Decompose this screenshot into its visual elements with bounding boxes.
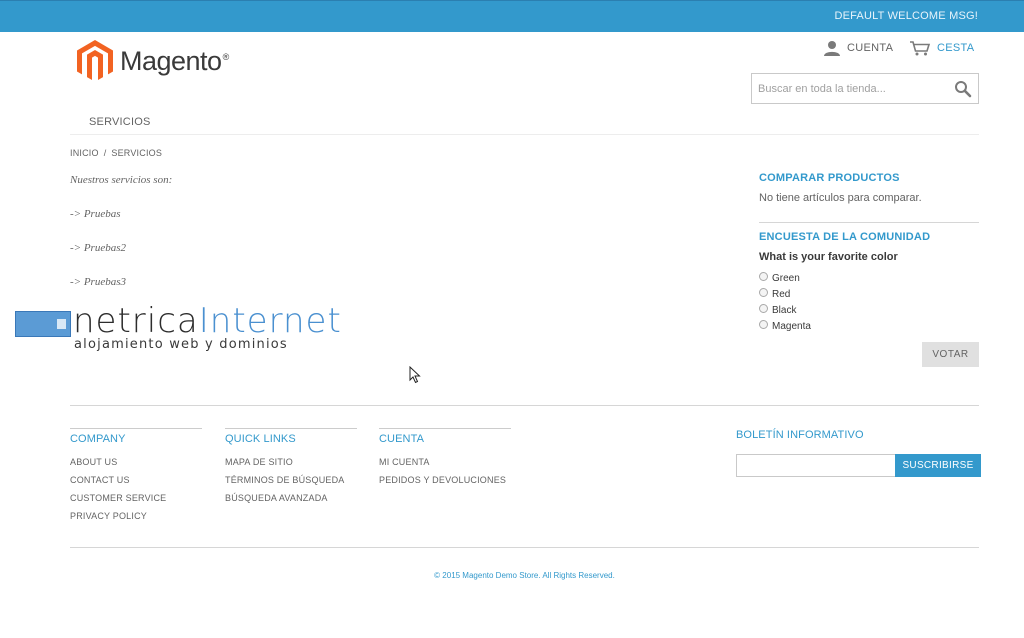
poll-option-green[interactable]: Green bbox=[759, 272, 800, 284]
footer-link[interactable]: PEDIDOS Y DEVOLUCIONES bbox=[379, 475, 506, 485]
store-logo[interactable]: Magento® bbox=[77, 40, 229, 82]
search-icon bbox=[955, 81, 972, 98]
radio-button[interactable] bbox=[759, 272, 768, 281]
magento-logo-icon bbox=[77, 40, 113, 80]
account-label: CUENTA bbox=[847, 42, 894, 54]
radio-button[interactable] bbox=[759, 288, 768, 297]
cart-icon bbox=[910, 41, 931, 56]
copyright-text: © 2015 Magento Demo Store. All Rights Re… bbox=[434, 571, 615, 580]
footer-column-cuenta: CUENTA MI CUENTA PEDIDOS Y DEVOLUCIONES bbox=[379, 428, 511, 489]
main-nav: SERVICIOS bbox=[70, 115, 979, 135]
content-item: -> Pruebas bbox=[70, 208, 121, 220]
footer-link[interactable]: ABOUT US bbox=[70, 457, 117, 467]
subscribe-button[interactable]: SUSCRIBIRSE bbox=[895, 454, 981, 477]
nav-item-servicios[interactable]: SERVICIOS bbox=[89, 116, 151, 128]
user-icon bbox=[824, 41, 840, 56]
footer-column-title: COMPANY bbox=[70, 433, 126, 445]
poll-question: What is your favorite color bbox=[759, 251, 898, 263]
logo-text: Magento® bbox=[120, 45, 229, 76]
breadcrumb-home[interactable]: INICIO bbox=[70, 148, 99, 158]
footer-column-title: QUICK LINKS bbox=[225, 433, 296, 445]
account-link[interactable]: CUENTA bbox=[823, 40, 893, 56]
poll-option-black[interactable]: Black bbox=[759, 304, 796, 316]
footer-link[interactable]: MAPA DE SITIO bbox=[225, 457, 293, 467]
footer-link[interactable]: CONTACT US bbox=[70, 475, 130, 485]
radio-button[interactable] bbox=[759, 320, 768, 329]
netrica-name: netricaInternet bbox=[73, 301, 342, 341]
footer-link[interactable]: MI CUENTA bbox=[379, 457, 430, 467]
top-bar: DEFAULT WELCOME MSG! bbox=[0, 0, 1024, 32]
footer-column-title: CUENTA bbox=[379, 433, 425, 445]
footer-link[interactable]: BÚSQUEDA AVANZADA bbox=[225, 493, 328, 503]
compare-title: COMPARAR PRODUCTOS bbox=[759, 172, 900, 184]
sidebar-divider bbox=[759, 222, 979, 223]
newsletter-email-field[interactable] bbox=[736, 454, 896, 477]
footer-link[interactable]: CUSTOMER SERVICE bbox=[70, 493, 166, 503]
footer-bottom-divider bbox=[70, 547, 979, 548]
radio-button[interactable] bbox=[759, 304, 768, 313]
footer-column-quick-links: QUICK LINKS MAPA DE SITIO TÉRMINOS DE BÚ… bbox=[225, 428, 357, 507]
footer-divider bbox=[70, 405, 979, 406]
breadcrumb-separator: / bbox=[103, 148, 107, 158]
netrica-tagline: alojamiento web y dominios bbox=[74, 337, 288, 352]
search-input[interactable] bbox=[758, 80, 943, 98]
poll-title: ENCUESTA DE LA COMUNIDAD bbox=[759, 231, 931, 243]
content-item: -> Pruebas3 bbox=[70, 276, 126, 288]
netrica-logo-bar bbox=[15, 311, 71, 337]
footer-column-company: COMPANY ABOUT US CONTACT US CUSTOMER SER… bbox=[70, 428, 202, 525]
content-intro: Nuestros servicios son: bbox=[70, 174, 173, 186]
poll-option-magenta[interactable]: Magenta bbox=[759, 320, 811, 332]
cart-label: CESTA bbox=[937, 42, 975, 54]
content-item: -> Pruebas2 bbox=[70, 242, 126, 254]
footer-link[interactable]: TÉRMINOS DE BÚSQUEDA bbox=[225, 475, 345, 485]
breadcrumb-current: SERVICIOS bbox=[111, 148, 163, 158]
poll-option-red[interactable]: Red bbox=[759, 288, 790, 300]
footer-link[interactable]: PRIVACY POLICY bbox=[70, 511, 147, 521]
search-button[interactable] bbox=[954, 80, 972, 98]
netrica-banner: netricaInternet alojamiento web y domini… bbox=[15, 301, 355, 358]
compare-empty-text: No tiene artículos para comparar. bbox=[759, 192, 922, 204]
cart-link[interactable]: CESTA bbox=[909, 40, 974, 56]
breadcrumb: INICIO / SERVICIOS bbox=[70, 148, 162, 158]
mouse-cursor-icon bbox=[409, 366, 421, 384]
newsletter-title: BOLETÍN INFORMATIVO bbox=[736, 429, 864, 441]
welcome-message: DEFAULT WELCOME MSG! bbox=[834, 10, 978, 22]
vote-button[interactable]: VOTAR bbox=[922, 342, 979, 367]
search-box bbox=[751, 73, 979, 104]
